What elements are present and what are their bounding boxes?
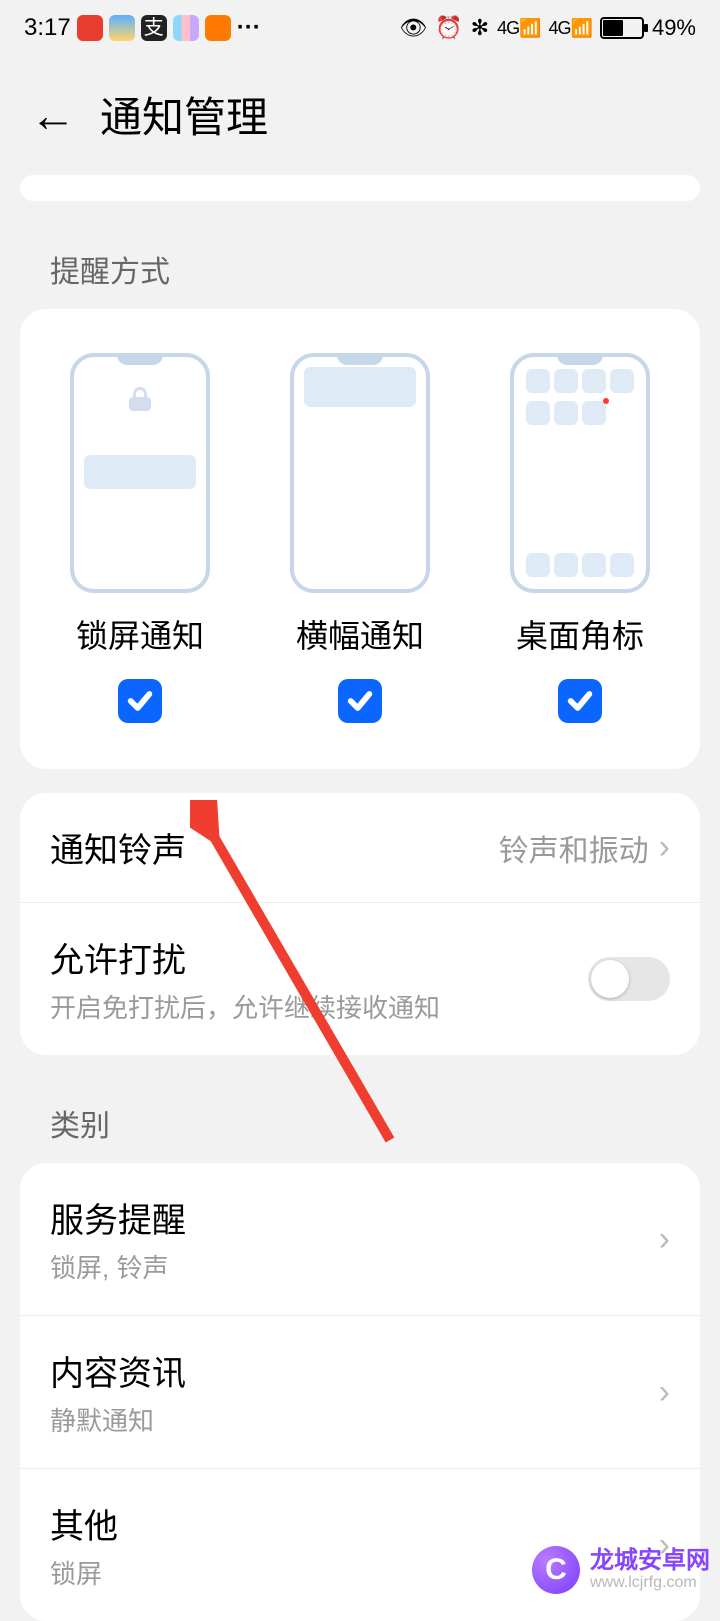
page-title: 通知管理 [100,84,268,145]
status-right: 👁 ⏰ ✻ 4G📶 4G📶 49% [399,15,696,41]
watermark-brand: 龙城安卓网 [590,1548,710,1574]
mode-lockscreen[interactable]: 锁屏通知 [70,353,210,723]
section-label-reminder: 提醒方式 [0,201,720,309]
mode-badge[interactable]: 桌面角标 [510,353,650,723]
status-time: 3:17 [24,14,71,42]
mode-label: 锁屏通知 [76,611,204,657]
reminder-modes: 锁屏通知 横幅通知 桌面角标 [20,309,700,769]
alipay-icon: 支 [141,15,167,41]
status-bar: 3:17 支 ··· 👁 ⏰ ✻ 4G📶 4G📶 49% [0,0,720,56]
back-arrow-icon[interactable]: ← [30,92,76,138]
row-title: 内容资讯 [50,1346,186,1395]
lockscreen-preview-icon [70,353,210,593]
header: ← 通知管理 [0,56,720,165]
alarm-icon: ⏰ [435,15,462,41]
chevron-right-icon: › [659,828,670,867]
signal-2: 4G📶 [549,18,592,39]
row-sub: 静默通知 [50,1401,186,1438]
bluetooth-icon: ✻ [471,15,489,41]
settings-card: 通知铃声 铃声和振动 › 允许打扰 开启免打扰后，允许继续接收通知 [20,793,700,1055]
row-title: 服务提醒 [50,1193,186,1242]
weather-icon [109,15,135,41]
checkbox-lockscreen[interactable] [118,679,162,723]
checkbox-banner[interactable] [338,679,382,723]
mode-label: 桌面角标 [516,611,644,657]
more-icon: ··· [237,14,261,42]
row-allow-disturb: 允许打扰 开启免打扰后，允许继续接收通知 [20,902,700,1055]
eye-icon: 👁 [399,15,427,41]
chevron-right-icon: › [659,1373,670,1412]
checkbox-badge[interactable] [558,679,602,723]
watermark-logo-icon: C [532,1546,580,1594]
lock-icon [129,387,151,409]
row-notification-sound[interactable]: 通知铃声 铃声和振动 › [20,793,700,902]
row-content-info[interactable]: 内容资讯 静默通知 › [20,1315,700,1468]
switch-allow-disturb[interactable] [588,957,670,1001]
previous-card-bottom [20,175,700,201]
video-icon [205,15,231,41]
battery-text: 49% [652,15,696,41]
mode-label: 横幅通知 [296,611,424,657]
weibo-icon [77,15,103,41]
row-value: 铃声和振动 [499,826,649,870]
row-sub: 开启免打扰后，允许继续接收通知 [50,988,440,1025]
watermark-url: www.lcjrfg.com [590,1574,710,1592]
section-label-category: 类别 [0,1055,720,1163]
chevron-right-icon: › [659,1220,670,1259]
row-title: 通知铃声 [50,823,186,872]
battery-icon [600,17,644,39]
banner-preview-icon [290,353,430,593]
watermark: C 龙城安卓网 www.lcjrfg.com [522,1540,720,1600]
row-service-reminder[interactable]: 服务提醒 锁屏, 铃声 › [20,1163,700,1315]
reminder-card: 锁屏通知 横幅通知 桌面角标 [20,309,700,769]
mode-banner[interactable]: 横幅通知 [290,353,430,723]
app-icon [173,15,199,41]
row-sub: 锁屏 [50,1554,118,1591]
row-sub: 锁屏, 铃声 [50,1248,186,1285]
badge-preview-icon [510,353,650,593]
row-title: 允许打扰 [50,933,440,982]
status-left: 3:17 支 ··· [24,14,261,42]
row-title: 其他 [50,1499,118,1548]
signal-1: 4G📶 [497,18,540,39]
